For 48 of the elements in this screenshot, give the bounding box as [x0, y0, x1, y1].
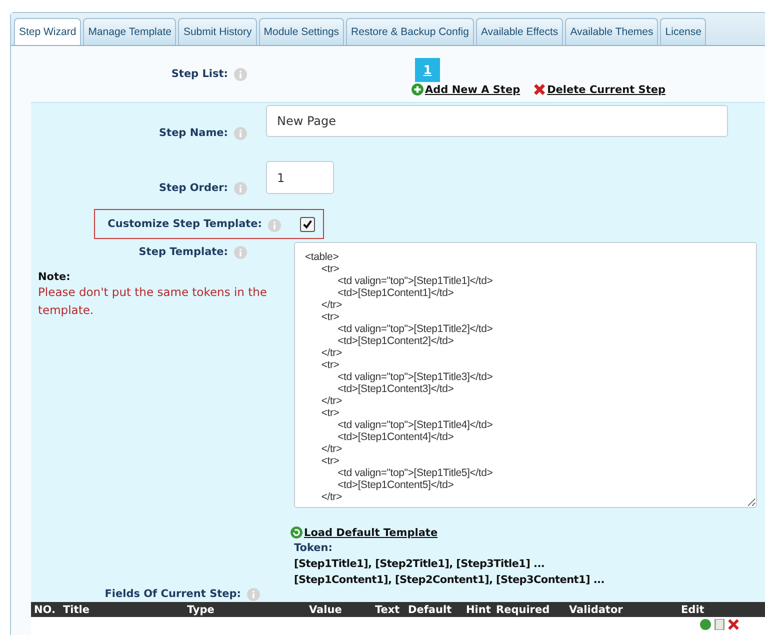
info-icon — [234, 68, 247, 81]
info-icon — [247, 588, 260, 601]
add-step-link[interactable]: Add New A Step — [425, 84, 520, 96]
token-list: [Step1Content1], [Step2Content1], [Step3Content1] ... — [294, 574, 765, 586]
note-title: Note: — [38, 271, 72, 283]
info-icon — [268, 218, 281, 232]
column-header: Text — [375, 604, 401, 616]
field-label: Step List: — [171, 68, 228, 80]
load-default-template-link[interactable]: Load Default Template — [304, 526, 438, 538]
tab[interactable]: Submit History — [178, 18, 257, 45]
tab[interactable]: License — [660, 18, 706, 45]
column-header: Title — [63, 604, 91, 616]
column-header: Validator — [569, 604, 624, 616]
field-label: Step Order: — [159, 182, 228, 194]
tab[interactable]: Available Effects — [476, 18, 564, 45]
info-icon — [234, 246, 247, 259]
column-header: Edit — [681, 604, 706, 616]
column-header: Hint — [466, 604, 492, 616]
info-icon — [234, 182, 247, 195]
note-text: Please don't put the same tokens in the template. — [38, 284, 268, 319]
step-name-input[interactable]: New Page — [266, 105, 728, 137]
tab[interactable]: Restore & Backup Config — [346, 18, 474, 45]
token-label: Token: — [294, 542, 334, 554]
field-label: Step Template: — [138, 246, 228, 258]
template-textarea[interactable]: <table> <tr> <td valign="top">[Step1Title1]</td> <td>[Step1Content1]</td> </tr> <tr> <td valign="top">[Step1Title2]</td> <td>[Step1Content2]</td> </tr> <tr> <td valign="top">[Step1Title3]</td> <td>[Step1Content3]</td> </tr> <tr> <td valign="top">[Step1Title4]</td> <td>[Step1Content4]</td> </tr> <tr> <td valign="top">[Step1Title5]</td> <td>[Step1Content5]</td> </tr> — [294, 242, 757, 508]
column-header: Required — [496, 604, 551, 616]
column-header: Value — [309, 604, 343, 616]
column-header: Default — [408, 604, 453, 616]
column-header: Type — [187, 604, 216, 616]
tab[interactable]: Module Settings — [258, 18, 344, 45]
delete-icon[interactable] — [728, 619, 739, 630]
plus-icon — [411, 83, 424, 96]
tab[interactable]: Available Themes — [565, 18, 658, 45]
token-list: [Step1Title1], [Step2Title1], [Step3Title1] ... — [294, 558, 765, 570]
field-label: Fields Of Current Step: — [104, 588, 241, 600]
checkbox[interactable] — [300, 216, 315, 232]
tab[interactable]: Step Wizard — [14, 18, 82, 45]
tab[interactable]: Manage Template — [83, 18, 176, 45]
close-icon — [533, 83, 546, 96]
column-header: NO. — [34, 604, 56, 616]
field-label: Step Name: — [158, 126, 228, 138]
refresh-icon — [290, 526, 303, 539]
edit-icon[interactable] — [714, 619, 725, 630]
field-label: Customize Step Template: — [108, 218, 262, 230]
delete-step-link[interactable]: Delete Current Step — [547, 84, 666, 96]
add-icon[interactable] — [700, 619, 711, 630]
info-icon — [234, 127, 247, 140]
step-order-input[interactable]: 1 — [266, 161, 334, 194]
